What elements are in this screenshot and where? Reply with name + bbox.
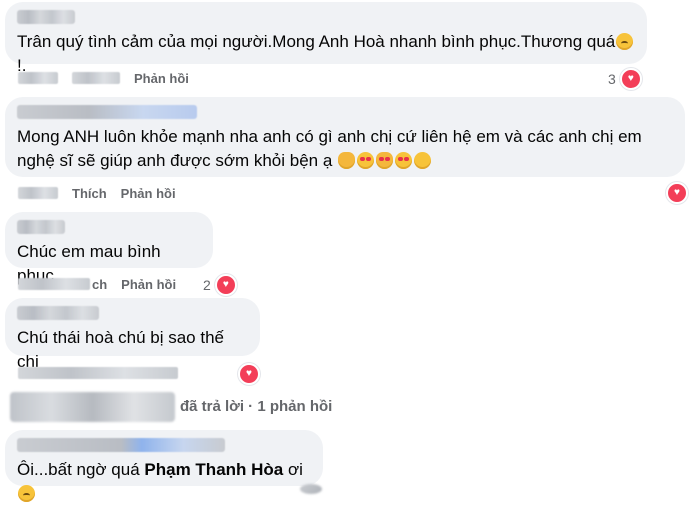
reaction-summary-1[interactable]: 3 ♥ bbox=[608, 68, 642, 90]
mention-link[interactable]: Phạm Thanh Hòa bbox=[144, 460, 283, 479]
heart-icon: ♥ bbox=[238, 363, 260, 385]
blur bbox=[18, 278, 90, 290]
like-button-partial: ch bbox=[92, 276, 108, 292]
timestamp-blurred bbox=[18, 187, 58, 199]
comment-text: Mong ANH luôn khỏe mạnh nha anh có gì an… bbox=[17, 127, 642, 170]
actions-blurred[interactable] bbox=[18, 367, 178, 379]
comment-bubble-2: Mong ANH luôn khỏe mạnh nha anh có gì an… bbox=[5, 97, 685, 177]
reaction-summary-4[interactable]: ♥ bbox=[238, 363, 260, 385]
replier-avatars-blurred[interactable] bbox=[10, 392, 175, 422]
timestamp-blurred bbox=[18, 72, 58, 84]
comment-actions-2: Thích Phản hồi bbox=[18, 184, 176, 202]
reaction-count: 2 bbox=[203, 277, 211, 293]
comment-bubble-5: Ôi...bất ngờ quá Phạm Thanh Hòa ơi bbox=[5, 430, 323, 502]
reply-button[interactable]: Phản hồi bbox=[121, 277, 176, 292]
view-replies-link[interactable]: đã trả lời · 1 phản hồi bbox=[180, 398, 332, 415]
reply-button[interactable]: Phản hồi bbox=[121, 186, 176, 201]
heart-icon: ♥ bbox=[214, 274, 237, 296]
cat-emoji-icon bbox=[338, 152, 356, 169]
author-name-blurred[interactable] bbox=[17, 10, 75, 24]
comment-bubble-4: Chú thái hoà chú bị sao thế chị bbox=[5, 298, 260, 371]
comment-bubble-1: Trân quý tình cảm của mọi người.Mong Anh… bbox=[5, 2, 647, 75]
emoji-icon bbox=[18, 485, 35, 502]
comment-actions-4 bbox=[18, 364, 178, 382]
comment-text: Ôi...bất ngờ quá Phạm Thanh Hòa ơi bbox=[17, 458, 311, 506]
smiling-hearts-emoji-icon bbox=[395, 152, 413, 169]
comment-actions-1: Phản hồi bbox=[18, 69, 189, 87]
heart-icon: ♥ bbox=[666, 182, 688, 204]
like-button[interactable]: Thích bbox=[72, 186, 107, 201]
heart-eyes-cat-emoji-icon bbox=[376, 152, 394, 169]
heart-eyes-emoji-icon bbox=[357, 152, 375, 169]
avatar-blurred[interactable] bbox=[300, 484, 322, 494]
comment-actions-3: ch Phản hồi bbox=[18, 275, 176, 293]
reply-button[interactable]: Phản hồi bbox=[134, 71, 189, 86]
like-button-blurred[interactable] bbox=[72, 72, 120, 84]
timestamp-like-blurred[interactable]: ch bbox=[18, 277, 107, 292]
author-name-blurred[interactable] bbox=[17, 306, 99, 320]
heart-icon: ♥ bbox=[619, 68, 642, 90]
author-name-blurred[interactable] bbox=[17, 438, 225, 452]
comment-bubble-3: Chúc em mau bình phục. bbox=[5, 212, 213, 285]
reaction-summary-3[interactable]: 2 ♥ bbox=[203, 274, 237, 296]
emoji-icon bbox=[616, 33, 634, 50]
reaction-count: 3 bbox=[608, 71, 616, 87]
author-name-blurred[interactable] bbox=[17, 105, 197, 119]
reaction-summary-2[interactable]: ♥ bbox=[666, 182, 688, 204]
relieved-emoji-icon bbox=[414, 152, 432, 169]
author-name-blurred[interactable] bbox=[17, 220, 65, 234]
